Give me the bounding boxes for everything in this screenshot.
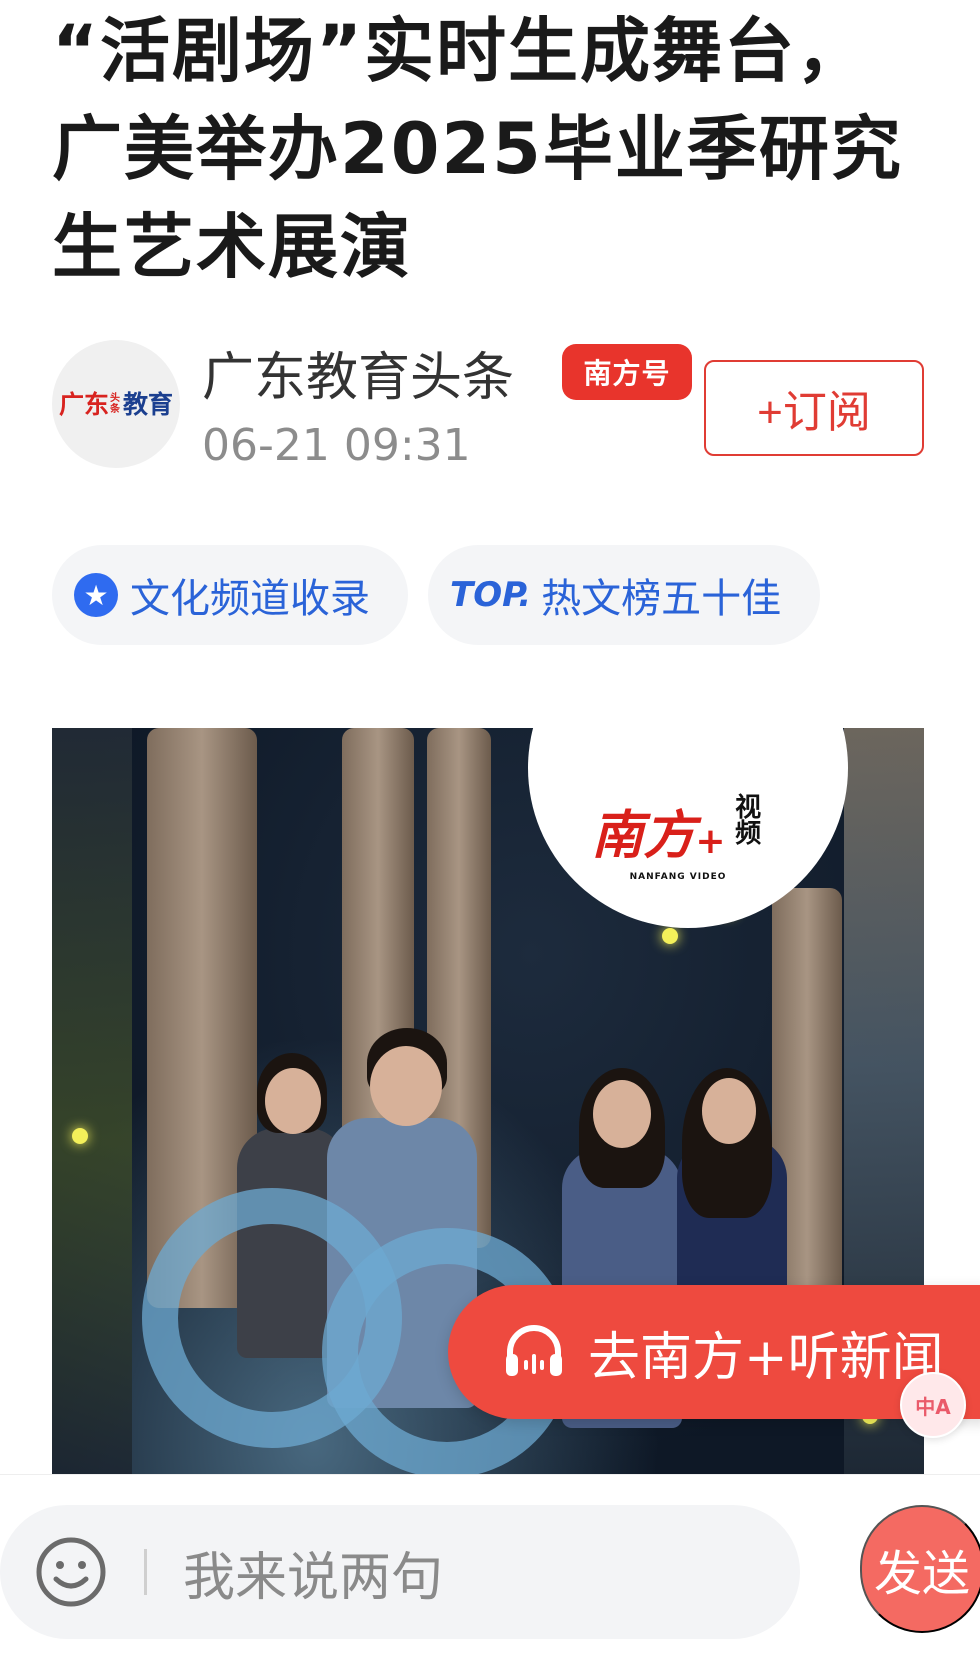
translate-icon[interactable]: 中A <box>900 1372 966 1438</box>
smile-icon[interactable] <box>34 1535 108 1609</box>
author-badge: 南方号 <box>562 344 692 400</box>
media-blur-left <box>52 728 132 1480</box>
author-row: 广东 头条 教育 广东教育头条 南方号 06-21 09:31 +订阅 <box>52 340 932 471</box>
tag-culture-channel[interactable]: ★ 文化频道收录 <box>52 545 408 645</box>
avatar-logo: 广东 头条 教育 <box>59 392 173 417</box>
publish-time: 06-21 09:31 <box>202 420 471 471</box>
watermark-plus: + <box>695 821 726 862</box>
divider <box>144 1549 147 1595</box>
tag-label: 文化频道收录 <box>130 576 370 622</box>
tag-label: 热文榜五十佳 <box>541 576 782 622</box>
comment-placeholder: 我来说两句 <box>183 1547 444 1608</box>
listen-news-label: 去南方+听新闻 <box>588 1327 944 1388</box>
top-mark: TOP. <box>450 575 532 615</box>
stage-light <box>72 1128 88 1144</box>
watermark-en: NANFANG VIDEO <box>629 872 727 882</box>
performer-head <box>702 1078 756 1144</box>
performer-head <box>370 1046 442 1126</box>
headphone-icon <box>506 1325 562 1376</box>
avatar-logo-part2: 头条 <box>110 393 120 415</box>
article-title: “活剧场”实时生成舞台，广美举办2025毕业季研究生艺术展演 <box>52 10 903 288</box>
star-icon: ★ <box>74 573 118 617</box>
stage-light <box>662 928 678 944</box>
performer-head <box>265 1068 321 1134</box>
watermark-sub: 视频 <box>730 793 761 845</box>
avatar[interactable]: 广东 头条 教育 <box>52 340 180 468</box>
article-page: “活剧场”实时生成舞台，广美举办2025毕业季研究生艺术展演 广东 头条 教育 … <box>0 0 980 1662</box>
avatar-logo-part3: 教育 <box>123 389 174 419</box>
performer-head <box>593 1080 651 1148</box>
comment-bar: 我来说两句 发送 <box>0 1474 980 1662</box>
comment-input[interactable]: 我来说两句 <box>0 1505 800 1639</box>
send-button[interactable]: 发送 <box>860 1505 980 1633</box>
subscribe-button[interactable]: +订阅 <box>704 360 924 456</box>
author-name[interactable]: 广东教育头条 <box>202 346 514 410</box>
watermark-main: 南方 <box>591 805 696 866</box>
avatar-logo-part1: 广东 <box>58 389 109 419</box>
tag-top-list[interactable]: TOP. 热文榜五十佳 <box>428 545 820 645</box>
watermark-inner: 南方+ 视频 NANFANG VIDEO <box>591 793 764 882</box>
